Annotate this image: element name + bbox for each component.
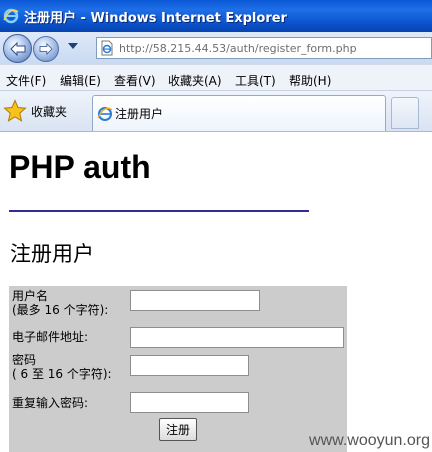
menu-bar: 文件(F) 编辑(E) 查看(V) 收藏夹(A) 工具(T) 帮助(H) — [0, 64, 432, 91]
page-content: PHP auth 注册用户 用户名 (最多 16 个字符): 电子邮件地址: 密… — [0, 132, 432, 452]
watermark: www.wooyun.org — [309, 432, 430, 449]
password-input[interactable] — [130, 355, 249, 376]
page-icon — [99, 40, 115, 56]
url-input[interactable] — [119, 39, 431, 57]
window-title: 注册用户 - Windows Internet Explorer — [24, 10, 287, 26]
ie-logo-icon — [3, 8, 19, 24]
confirm-password-input[interactable] — [130, 392, 249, 413]
menu-file[interactable]: 文件(F) — [6, 72, 46, 89]
chevron-down-icon — [68, 43, 78, 49]
confirm-password-label: 重复输入密码: — [12, 396, 89, 410]
username-input[interactable] — [130, 290, 260, 311]
page-subtitle: 注册用户 — [10, 242, 94, 266]
menu-help[interactable]: 帮助(H) — [289, 72, 331, 89]
window-title-bar: 注册用户 - Windows Internet Explorer — [0, 0, 432, 32]
address-bar[interactable] — [96, 37, 432, 59]
menu-favorites[interactable]: 收藏夹(A) — [168, 72, 222, 89]
menu-edit[interactable]: 编辑(E) — [60, 72, 101, 89]
tab-label: 注册用户 — [115, 107, 164, 121]
email-input[interactable] — [130, 327, 344, 348]
back-arrow-icon — [9, 41, 25, 56]
page-title: PHP auth — [9, 149, 151, 185]
star-icon — [3, 99, 27, 122]
back-button[interactable] — [3, 34, 32, 63]
menu-tools[interactable]: 工具(T) — [235, 72, 276, 89]
favorites-label: 收藏夹 — [31, 104, 68, 119]
register-form: 用户名 (最多 16 个字符): 电子邮件地址: 密码 ( 6 至 16 个字符… — [9, 286, 347, 452]
favorites-bar: 收藏夹 注册用户 — [0, 91, 432, 132]
username-label: 用户名 (最多 16 个字符): — [12, 289, 109, 317]
email-label: 电子邮件地址: — [12, 330, 89, 344]
menu-view[interactable]: 查看(V) — [114, 72, 156, 89]
horizontal-rule — [9, 210, 309, 212]
forward-arrow-icon — [39, 43, 53, 55]
favorites-button[interactable]: 收藏夹 — [3, 98, 83, 124]
register-button[interactable]: 注册 — [159, 418, 197, 441]
tab-register-user[interactable]: 注册用户 — [92, 95, 386, 131]
password-label: 密码 ( 6 至 16 个字符): — [12, 353, 112, 381]
navigation-bar — [0, 32, 432, 64]
history-dropdown-button[interactable] — [68, 43, 78, 50]
forward-button[interactable] — [33, 36, 59, 62]
page-icon — [97, 106, 113, 122]
new-tab-button[interactable] — [391, 97, 419, 129]
